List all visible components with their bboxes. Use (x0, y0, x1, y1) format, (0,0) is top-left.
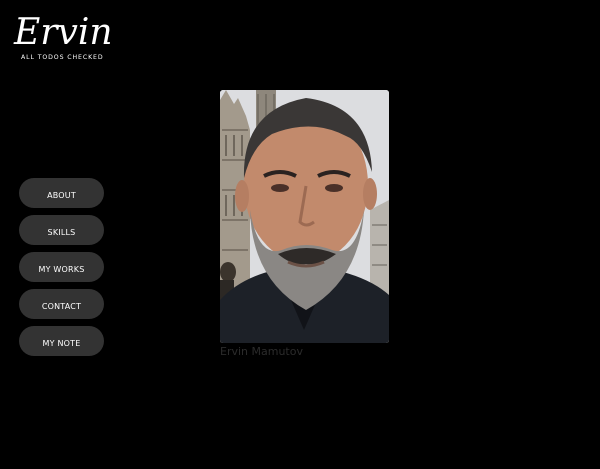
nav-skills-button[interactable]: SKILLS (19, 215, 104, 245)
profile-caption: Ervin Mamutov (220, 345, 303, 358)
profile-photo (220, 90, 389, 343)
main-nav: ABOUT SKILLS MY WORKS CONTACT MY NOTE (19, 178, 104, 363)
site-logo[interactable]: Ervin ALL TODOS CHECKED (14, 12, 113, 64)
nav-contact-button[interactable]: CONTACT (19, 289, 104, 319)
nav-my-works-button[interactable]: MY WORKS (19, 252, 104, 282)
nav-my-note-button[interactable]: MY NOTE (19, 326, 104, 356)
logo-tagline: ALL TODOS CHECKED (21, 54, 104, 61)
nav-about-button[interactable]: ABOUT (19, 178, 104, 208)
logo-name: Ervin (14, 12, 113, 53)
